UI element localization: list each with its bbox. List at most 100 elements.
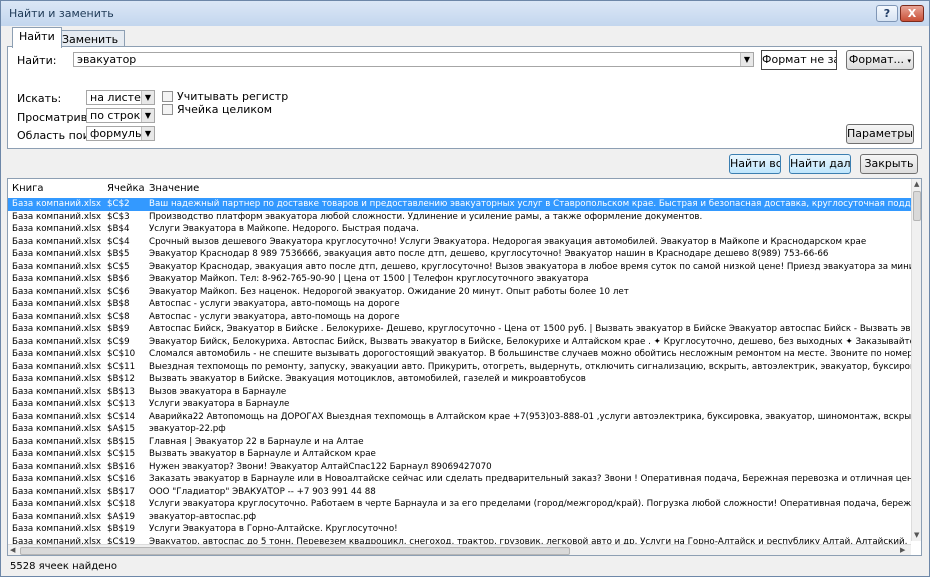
table-row[interactable]: База компаний.xlsx $C$6 Эвакуатор Майкоп. … (8, 286, 911, 299)
row-cell: $B$19 (107, 524, 136, 534)
table-row[interactable]: База компаний.xlsx $C$9 Эвакуатор Бийск, Б… (8, 336, 911, 349)
col-header-cell[interactable]: Ячейка (107, 183, 145, 194)
table-row[interactable]: База компаний.xlsx $C$4 Срочный вызов деше… (8, 236, 911, 249)
find-input[interactable]: эвакуатор (73, 52, 754, 67)
close-window-button[interactable]: X (900, 5, 924, 22)
row-cell: $B$17 (107, 486, 136, 497)
scroll-left-icon[interactable]: ◀ (10, 546, 15, 554)
find-history-dropdown-icon[interactable]: ▼ (740, 53, 753, 66)
row-cell: $C$3 (107, 211, 130, 222)
results-list[interactable]: Книга Ячейка Значение База компаний.xlsx… (7, 178, 922, 556)
col-header-book[interactable]: Книга (12, 183, 44, 194)
row-cell: $A$19 (107, 511, 136, 522)
status-text: 5528 ячеек найдено (10, 561, 117, 572)
table-row[interactable]: База компаний.xlsx $C$3 Производство платф… (8, 211, 911, 224)
match-case-checkbox[interactable] (162, 91, 173, 102)
row-cell: $C$15 (107, 449, 136, 459)
table-row[interactable]: База компаний.xlsx $B$8 Автоспас - услуги … (8, 298, 911, 311)
table-row[interactable]: База компаний.xlsx $B$16 Нужен эвакуатор? … (8, 461, 911, 474)
row-value: Эвакуатор Майкоп. Без наценок. Недорогой… (149, 286, 629, 297)
row-book: База компаний.xlsx (12, 436, 102, 447)
row-value: Сломался автомобиль - не спешите вызыват… (149, 349, 911, 359)
vertical-scrollbar[interactable]: ▲ ▼ (911, 179, 921, 541)
table-row[interactable]: База компаний.xlsx $C$16 Заказать эвакуато… (8, 473, 911, 486)
row-book: База компаний.xlsx (12, 511, 102, 522)
options-toggle-button[interactable]: Параметры << (846, 124, 914, 144)
row-value: Эвакуатор Бийск, Белокуриха. Автоспас Би… (149, 336, 911, 347)
table-row[interactable]: База компаний.xlsx $C$18 Услуги эвакуатора… (8, 498, 911, 511)
entire-cell-checkbox[interactable] (162, 104, 173, 115)
format-button-label: Формат... (848, 53, 905, 66)
table-row[interactable]: База компаний.xlsx $B$19 Услуги Эвакуатора… (8, 523, 911, 536)
table-row[interactable]: База компаний.xlsx $A$19 эвакуатор-автоспа… (8, 511, 911, 524)
row-book: База компаний.xlsx (12, 336, 102, 347)
table-row[interactable]: База компаний.xlsx $C$11 Выездная техпомощ… (8, 361, 911, 374)
table-row[interactable]: База компаний.xlsx $C$15 Вызвать эвакуатор… (8, 448, 911, 461)
format-button[interactable]: Формат... ▾ (846, 50, 914, 70)
find-next-button[interactable]: Найти далее (789, 154, 851, 174)
row-book: База компаний.xlsx (12, 274, 102, 284)
row-cell: $B$12 (107, 374, 136, 384)
scroll-down-icon[interactable]: ▼ (914, 531, 919, 539)
table-row[interactable]: База компаний.xlsx $A$15 эвакуатор-22.рф (8, 423, 911, 436)
row-book: База компаний.xlsx (12, 524, 102, 534)
table-row[interactable]: База компаний.xlsx $B$12 Вызвать эвакуатор… (8, 373, 911, 386)
row-value: Услуги Эвакуатора в Горно-Алтайске. Круг… (149, 524, 398, 534)
table-row[interactable]: База компаний.xlsx $C$14 Аварийка22 Автопо… (8, 411, 911, 424)
vertical-scroll-thumb[interactable] (913, 191, 921, 221)
row-cell: $C$5 (107, 261, 130, 272)
row-value: Автоспас Бийск, Эвакуатор в Бийске . Бел… (149, 324, 911, 334)
row-value: Эвакуатор Краснодар, эвакуация авто посл… (149, 261, 911, 272)
table-row[interactable]: База компаний.xlsx $B$6 Эвакуатор Майкоп. … (8, 273, 911, 286)
row-cell: $C$13 (107, 399, 136, 409)
row-book: База компаний.xlsx (12, 499, 102, 509)
scroll-up-icon[interactable]: ▲ (914, 180, 919, 188)
table-row[interactable]: База компаний.xlsx $C$8 Автоспас - услуги … (8, 311, 911, 324)
search-order-dropdown-icon[interactable]: ▼ (141, 109, 154, 122)
look-in-dropdown-icon[interactable]: ▼ (141, 127, 154, 140)
row-cell: $C$8 (107, 311, 130, 322)
close-button[interactable]: Закрыть (860, 154, 918, 174)
horizontal-scroll-thumb[interactable] (20, 547, 570, 555)
row-value: Вызвать эвакуатор в Бийске. Эвакуация мо… (149, 374, 586, 384)
row-value: Главная | Эвакуатор 22 в Барнауле и на А… (149, 436, 364, 447)
row-value: эвакуатор-автоспас.рф (149, 511, 257, 522)
table-row[interactable]: База компаний.xlsx $C$10 Сломался автомоби… (8, 348, 911, 361)
row-book: База компаний.xlsx (12, 399, 102, 409)
horizontal-scrollbar[interactable]: ◀ ▶ (8, 544, 911, 555)
within-dropdown-icon[interactable]: ▼ (141, 91, 154, 104)
help-button[interactable]: ? (876, 5, 898, 22)
row-book: База компаний.xlsx (12, 211, 102, 222)
row-cell: $B$6 (107, 274, 130, 284)
tab-replace[interactable]: Заменить (55, 30, 126, 47)
row-book: База компаний.xlsx (12, 411, 102, 422)
table-row[interactable]: База компаний.xlsx $C$13 Услуги эвакуатора… (8, 398, 911, 411)
row-cell: $B$4 (107, 224, 130, 234)
col-header-value[interactable]: Значение (149, 183, 199, 194)
row-cell: $C$9 (107, 336, 130, 347)
row-value: Эвакуатор Краснодар 8 989 7536666, эваку… (149, 249, 829, 259)
row-book: База компаний.xlsx (12, 486, 102, 497)
row-value: Вызов эвакуатора в Барнауле (149, 386, 287, 397)
table-row[interactable]: База компаний.xlsx $B$17 ООО "Гладиатор" Э… (8, 486, 911, 499)
table-row[interactable]: База компаний.xlsx $C$5 Эвакуатор Краснода… (8, 261, 911, 274)
table-row[interactable]: База компаний.xlsx $B$15 Главная | Эвакуат… (8, 436, 911, 449)
tab-find[interactable]: Найти (12, 27, 62, 48)
row-cell: $C$16 (107, 474, 136, 484)
table-row[interactable]: База компаний.xlsx $B$13 Вызов эвакуатора … (8, 386, 911, 399)
scroll-right-icon[interactable]: ▶ (900, 546, 905, 554)
table-row[interactable]: База компаний.xlsx $B$4 Услуги Эвакуатора … (8, 223, 911, 236)
table-row[interactable]: База компаний.xlsx $B$5 Эвакуатор Краснода… (8, 248, 911, 261)
table-row[interactable]: База компаний.xlsx $C$2 Ваш надежный партн… (8, 198, 911, 211)
title-bar[interactable]: Найти и заменить ? X (1, 1, 929, 26)
row-book: База компаний.xlsx (12, 199, 102, 209)
find-all-button[interactable]: Найти все (729, 154, 781, 174)
row-book: База компаний.xlsx (12, 461, 102, 472)
table-row[interactable]: База компаний.xlsx $B$9 Автоспас Бийск, Эв… (8, 323, 911, 336)
row-book: База компаний.xlsx (12, 311, 102, 322)
row-value: Заказать эвакуатор в Барнауле или в Ново… (149, 474, 911, 484)
row-cell: $A$15 (107, 424, 136, 434)
results-rows: База компаний.xlsx $C$2 Ваш надежный партн… (8, 198, 911, 548)
row-cell: $C$6 (107, 286, 130, 297)
row-value: Автоспас - услуги эвакуатора, авто-помощ… (149, 299, 400, 309)
